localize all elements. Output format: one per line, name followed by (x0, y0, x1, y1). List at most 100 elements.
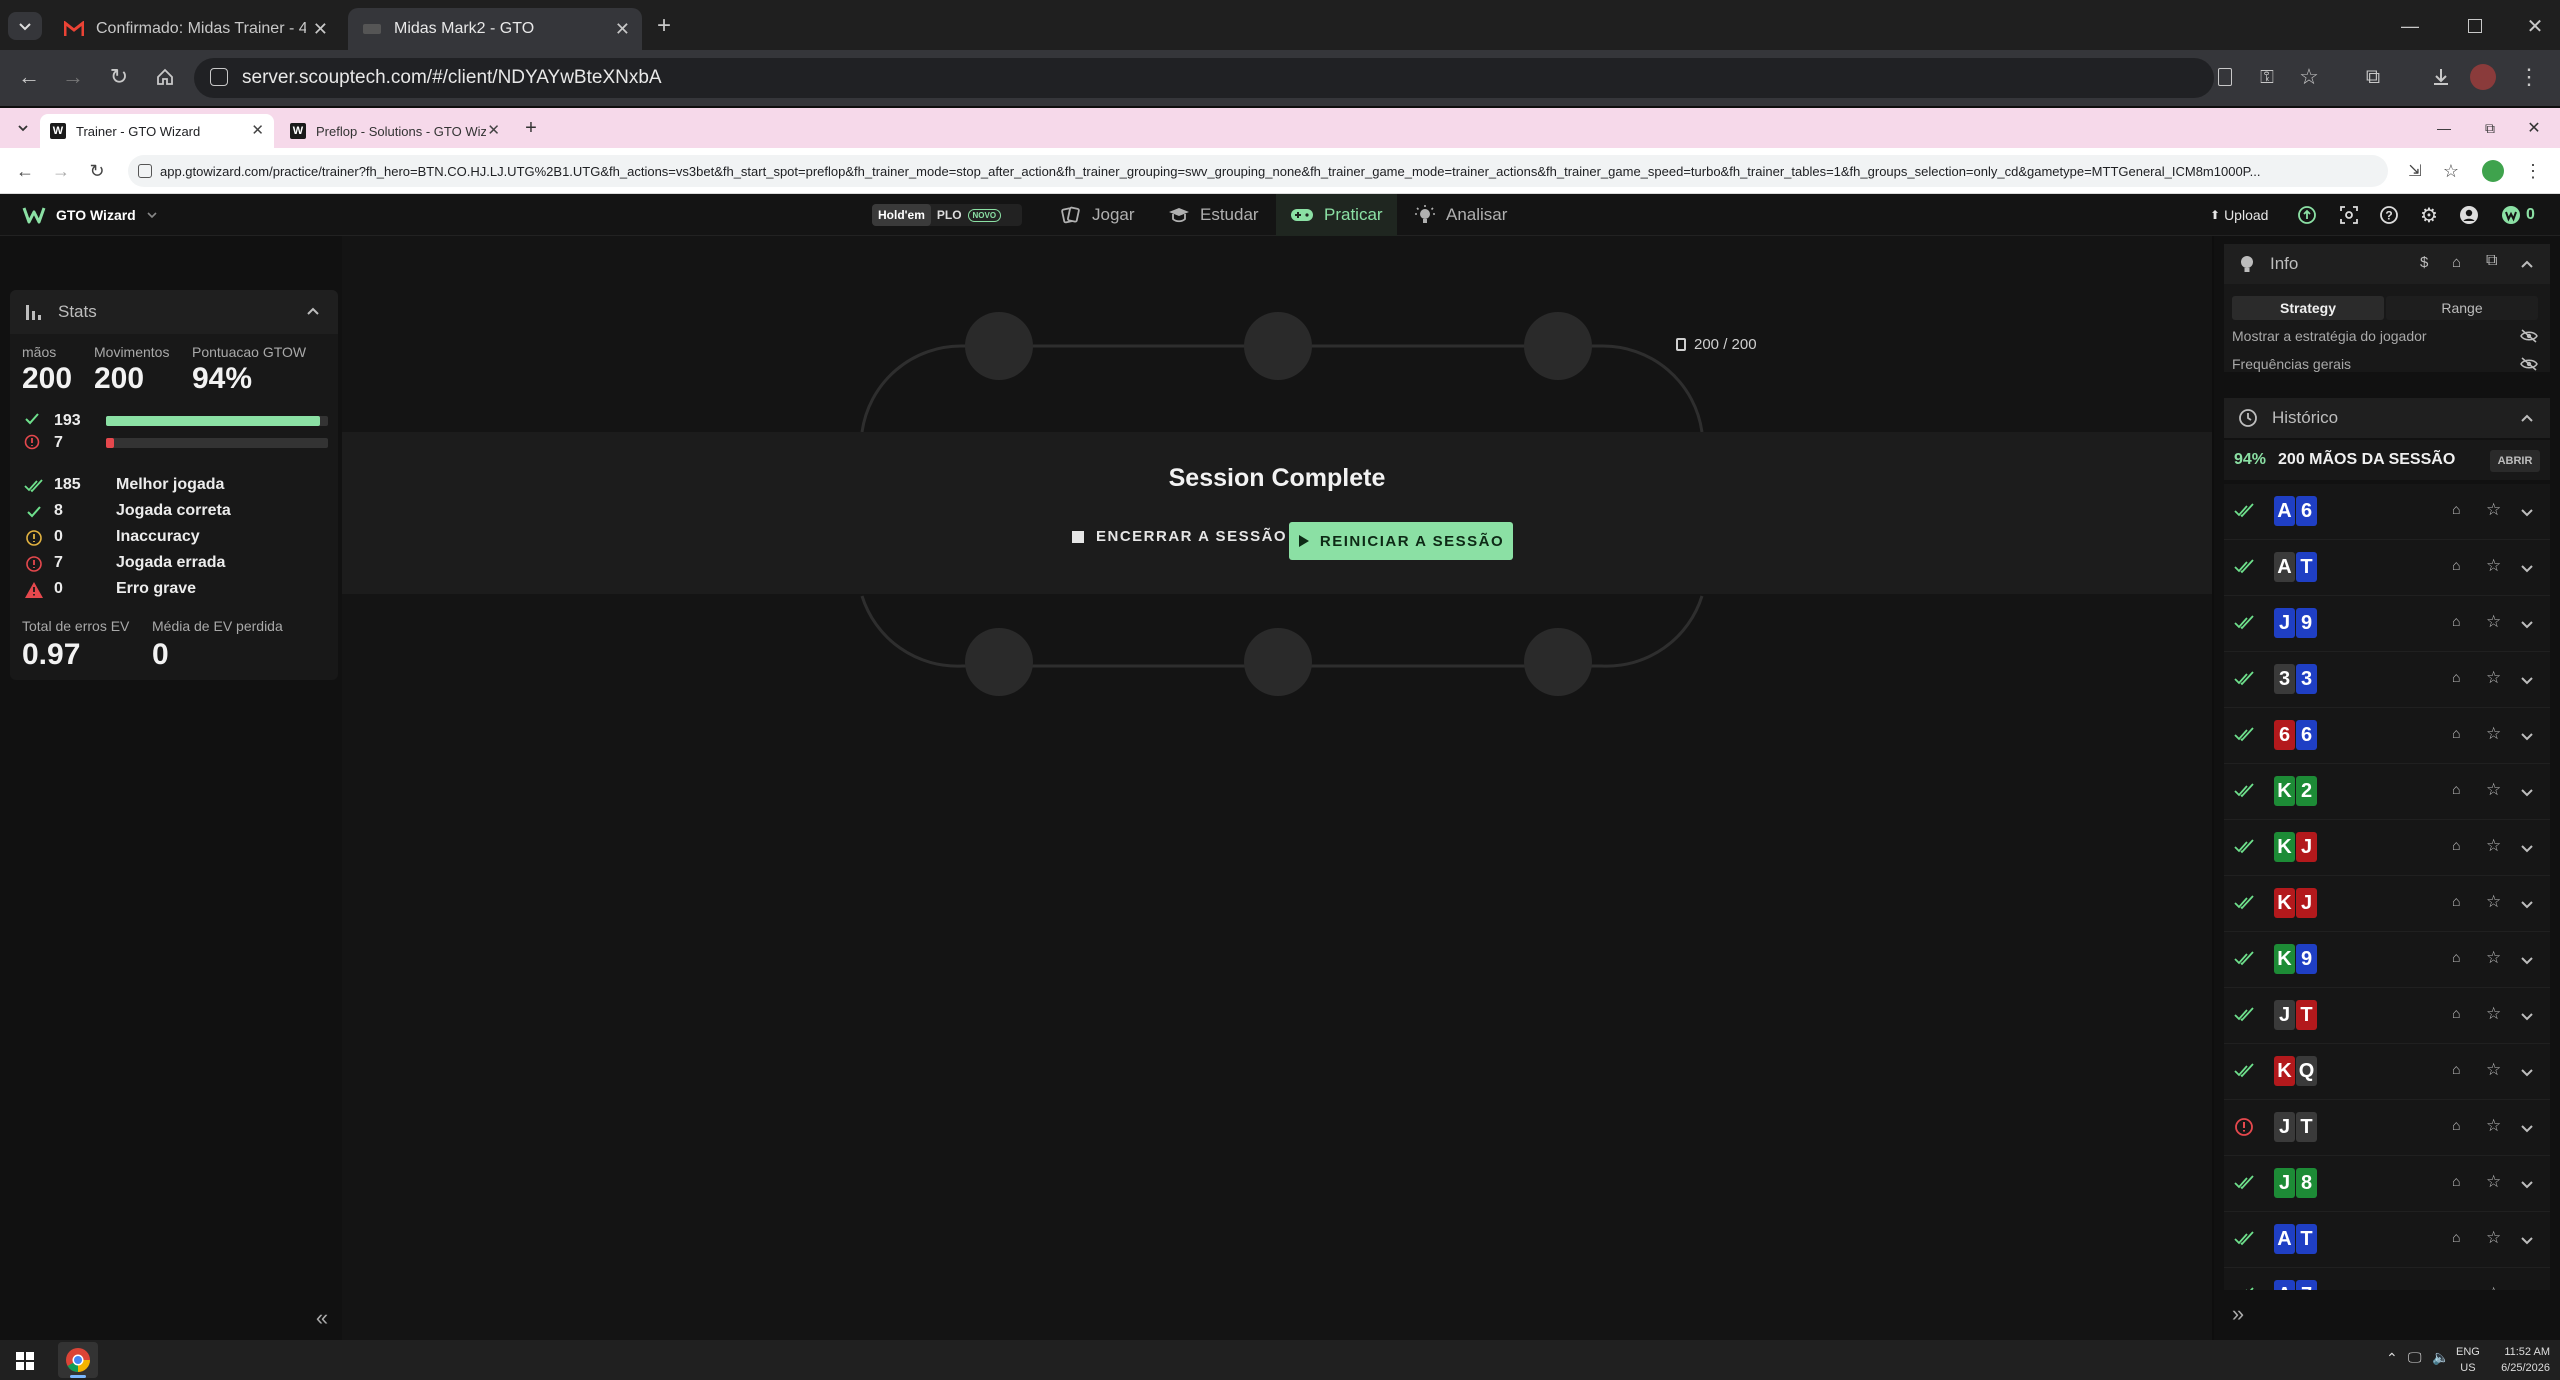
graduation-cap-icon[interactable]: ⌂ (2452, 893, 2460, 909)
outer-tab-midas[interactable]: Midas Mark2 - GTO ✕ (348, 8, 642, 50)
graduation-cap-icon[interactable]: ⌂ (2452, 1061, 2460, 1077)
star-icon[interactable]: ☆ (2486, 836, 2501, 856)
chevron-up-icon[interactable] (2520, 412, 2534, 426)
coins-indicator[interactable]: 0 (2500, 204, 2535, 226)
chevron-down-icon[interactable] (2520, 505, 2534, 519)
inner-close-button[interactable]: ✕ (2522, 116, 2546, 140)
forward-button[interactable]: → (58, 62, 88, 92)
star-icon[interactable]: ☆ (2486, 892, 2501, 912)
history-header[interactable]: Histórico (2224, 398, 2550, 438)
maximize-button[interactable] (2460, 12, 2490, 40)
inner-address-bar[interactable]: app.gtowizard.com/practice/trainer?fh_he… (128, 155, 2388, 187)
close-icon[interactable]: ✕ (251, 121, 264, 139)
bookmark-button[interactable]: ☆ (2294, 62, 2324, 92)
screenshot-button[interactable] (2210, 62, 2240, 92)
graduation-cap-icon[interactable]: ⌂ (2452, 613, 2460, 629)
graduation-cap-icon[interactable]: ⌂ (2452, 1173, 2460, 1189)
profile-avatar[interactable] (2470, 64, 2496, 90)
inner-forward-button[interactable]: → (48, 158, 74, 184)
window-close-button[interactable]: ✕ (2520, 12, 2550, 40)
minimize-button[interactable]: — (2395, 12, 2425, 40)
star-icon[interactable]: ☆ (2486, 1116, 2501, 1136)
end-session-button[interactable]: ENCERRAR A SESSÃO (1072, 528, 1287, 545)
chevron-down-icon[interactable] (2520, 785, 2534, 799)
inner-reload-button[interactable]: ↻ (84, 158, 110, 184)
nav-estudar[interactable]: Estudar (1168, 194, 1259, 236)
chevron-down-icon[interactable] (2520, 897, 2534, 911)
star-icon[interactable]: ☆ (2486, 1284, 2501, 1290)
graduation-cap-icon[interactable]: ⌂ (2452, 557, 2460, 573)
fullscreen-button[interactable] (2338, 204, 2360, 226)
stats-header[interactable]: Stats (10, 290, 338, 334)
graduation-cap-icon[interactable]: ⌂ (2452, 949, 2460, 965)
graduation-cap-icon[interactable]: ⌂ (2452, 1285, 2460, 1290)
graduation-cap-icon[interactable]: ⌂ (2452, 669, 2460, 685)
graduation-cap-icon[interactable]: ⌂ (2452, 1005, 2460, 1021)
status-button[interactable] (2296, 204, 2318, 226)
nav-praticar[interactable]: Praticar (1276, 194, 1397, 236)
inner-minimize-button[interactable]: — (2432, 116, 2456, 140)
network-icon[interactable]: 🖵 (2408, 1349, 2422, 1366)
new-tab-button[interactable]: + (650, 12, 678, 40)
settings-button[interactable]: ⚙ (2418, 204, 2440, 227)
star-icon[interactable]: ☆ (2486, 780, 2501, 800)
dollar-icon[interactable]: $ (2420, 254, 2428, 271)
history-hand-row[interactable]: K J ⌂ ☆ (2224, 876, 2550, 932)
account-button[interactable] (2458, 204, 2480, 226)
history-hand-row[interactable]: A T ⌂ ☆ (2224, 1212, 2550, 1268)
history-hand-row[interactable]: J T ⌂ ☆ (2224, 988, 2550, 1044)
home-button[interactable] (150, 62, 180, 92)
inner-tab-search-button[interactable] (12, 116, 34, 140)
restart-session-button[interactable]: REINICIAR A SESSÃO (1289, 522, 1513, 560)
star-icon[interactable]: ☆ (2486, 1004, 2501, 1024)
inner-profile-avatar[interactable] (2482, 160, 2504, 182)
graduation-cap-icon[interactable]: ⌂ (2452, 725, 2460, 741)
chevron-down-icon[interactable] (2520, 729, 2534, 743)
start-button[interactable] (14, 1350, 36, 1372)
graduation-cap-icon[interactable]: ⌂ (2452, 781, 2460, 797)
history-open-button[interactable]: ABRIR (2490, 450, 2540, 472)
history-hand-row[interactable]: A 6 ⌂ ☆ (2224, 484, 2550, 540)
outer-address-bar[interactable]: server.scouptech.com/#/client/NDYAYwBteX… (194, 58, 2214, 98)
history-hand-row[interactable]: A7 ⌂ ☆ (2224, 1268, 2550, 1290)
history-hand-row[interactable]: K Q ⌂ ☆ (2224, 1044, 2550, 1100)
chevron-down-icon[interactable] (2520, 673, 2534, 687)
site-info-icon[interactable] (138, 164, 152, 178)
inner-back-button[interactable]: ← (12, 158, 38, 184)
history-hand-row[interactable]: A T ⌂ ☆ (2224, 540, 2550, 596)
collapse-right-panel-button[interactable]: » (2226, 1301, 2250, 1326)
chevron-down-icon[interactable] (2520, 1065, 2534, 1079)
star-icon[interactable]: ☆ (2486, 612, 2501, 632)
inner-menu-button[interactable]: ⋮ (2520, 158, 2546, 184)
star-icon[interactable]: ☆ (2486, 556, 2501, 576)
history-hand-row[interactable]: K 9 ⌂ ☆ (2224, 932, 2550, 988)
inner-install-button[interactable]: ⇲ (2402, 158, 2428, 184)
eye-off-icon[interactable] (2520, 357, 2538, 371)
star-icon[interactable]: ☆ (2486, 668, 2501, 688)
chevron-down-icon[interactable] (2520, 1177, 2534, 1191)
chevron-up-icon[interactable] (2520, 258, 2534, 272)
info-header[interactable]: Info $ ⌂ ⧉ (2224, 244, 2550, 284)
tab-range[interactable]: Range (2386, 296, 2538, 320)
nav-analisar[interactable]: Analisar (1414, 194, 1507, 236)
inner-restore-button[interactable]: ⧉ (2478, 116, 2502, 140)
star-icon[interactable]: ☆ (2486, 1228, 2501, 1248)
chevron-down-icon[interactable] (2520, 953, 2534, 967)
help-button[interactable]: ? (2378, 204, 2400, 226)
taskbar-chrome[interactable] (58, 1342, 98, 1378)
brand-menu[interactable]: GTO Wizard (22, 194, 168, 236)
inner-bookmark-button[interactable]: ☆ (2438, 158, 2464, 184)
downloads-button[interactable] (2426, 62, 2456, 92)
password-button[interactable]: ⚿ (2252, 62, 2282, 92)
chevron-down-icon[interactable] (2520, 1009, 2534, 1023)
chevron-down-icon[interactable] (2520, 561, 2534, 575)
eye-off-icon[interactable] (2520, 329, 2538, 343)
history-hand-row[interactable]: K J ⌂ ☆ (2224, 820, 2550, 876)
language-indicator[interactable]: ENG US (2456, 1344, 2480, 1376)
graduation-cap-icon[interactable]: ⌂ (2452, 837, 2460, 853)
nav-jogar[interactable]: Jogar (1060, 194, 1135, 236)
close-icon[interactable]: ✕ (487, 121, 500, 139)
history-hand-row[interactable]: J 8 ⌂ ☆ (2224, 1156, 2550, 1212)
chevron-down-icon[interactable] (2520, 1233, 2534, 1247)
upload-button[interactable]: ⬆ Upload (2210, 194, 2268, 236)
